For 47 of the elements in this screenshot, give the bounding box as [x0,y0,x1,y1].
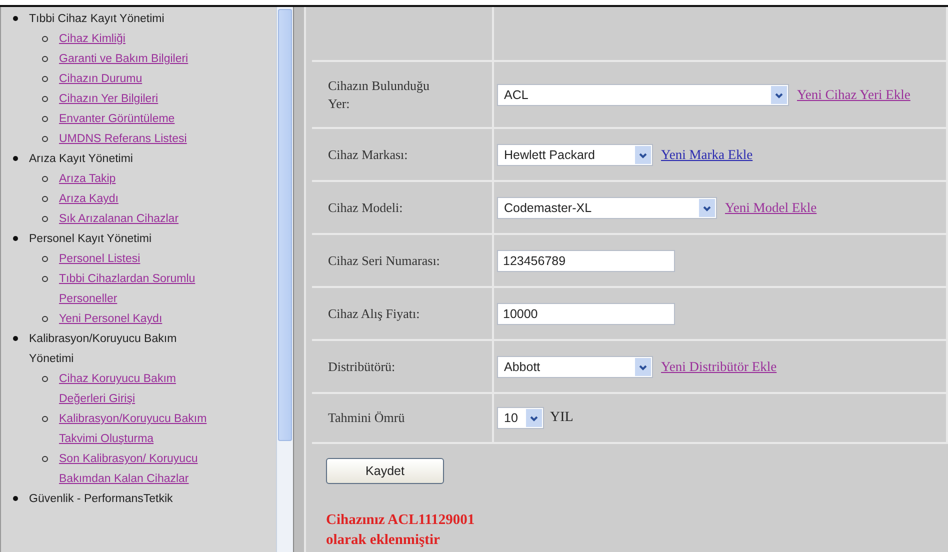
menu-link[interactable]: UMDNS Referans Listesi [59,129,187,149]
menu-section-title: Arıza Kayıt Yönetimi [29,152,133,167]
dropdown[interactable]: Hewlett Packard [497,144,653,166]
dropdown[interactable]: Codemaster-XL [497,196,717,218]
chevron-down-icon [635,358,651,376]
menu-link[interactable]: Arıza Kaydı [59,189,118,209]
menu-link[interactable]: Cihazın Durumu [59,69,142,89]
dropdown[interactable]: Abbott [497,356,653,378]
scrollbar[interactable] [276,7,293,552]
field-label: Cihaz Modeli: [328,198,403,216]
dropdown[interactable]: ACL [497,84,789,106]
success-message: Cihazınız ACL11129001 olarak eklenmiştir [326,511,476,550]
add-link[interactable]: Yeni Cihaz Yeri Ekle [797,86,910,102]
chevron-down-icon [699,198,715,216]
input-field[interactable]: 10000 [497,302,675,324]
add-link[interactable]: Yeni Marka Ekle [661,146,753,162]
unit-label: YIL [550,410,574,426]
menu-section-title: Kalibrasyon/Koruyucu Bakım Yönetimi [29,332,178,367]
menu-link[interactable]: Sık Arızalanan Cihazlar [59,209,179,229]
add-link[interactable]: Yeni Distribütör Ekle [661,358,777,374]
field-label: Distribütörü: [328,358,396,376]
menu-link[interactable]: Tıbbi Cihazlardan Sorumlu Personeller [59,269,211,309]
menu-link[interactable]: Garanti ve Bakım Bilgileri [59,49,188,69]
menu-link[interactable]: Envanter Görüntüleme [59,109,175,129]
menu-section-title: Güvenlik - PerformansTetkik [29,492,173,507]
field-label: Cihazın Bulunduğu Yer: [328,76,430,112]
menu-section-title: Personel Kayıt Yönetimi [29,232,152,247]
field-label: Cihaz Seri Numarası: [328,252,440,270]
field-label: Tahmini Ömrü [328,409,405,427]
chevron-down-icon [771,86,787,104]
add-link[interactable]: Yeni Model Ekle [725,200,817,216]
input-field[interactable]: 123456789 [497,250,675,272]
field-label: Cihaz Alış Fiyatı: [328,304,420,322]
menu-link[interactable]: Kalibrasyon/Koruyucu Bakım Takvimi Oluşturma [59,409,211,449]
menu-link[interactable]: Son Kalibrasyon/ Koruyucu Bakımdan Kalan Cihazlar [59,449,211,489]
save-button[interactable]: Kaydet [326,458,444,484]
menu-link[interactable]: Yeni Personel Kaydı [59,309,162,329]
menu-link[interactable]: Cihaz Koruyucu Bakım Değerleri Girişi [59,369,211,409]
dropdown[interactable]: 10 [497,407,544,429]
menu-link[interactable]: Arıza Takip [59,169,116,189]
menu-section-title: Tıbbi Cihaz Kayıt Yönetimi [29,12,164,27]
menu-link[interactable]: Personel Listesi [59,249,140,269]
chevron-down-icon [526,409,542,427]
menu-link[interactable]: Cihaz Kimliği [59,29,126,49]
field-label: Cihaz Markası: [328,146,408,164]
chevron-down-icon [635,146,651,164]
menu-link[interactable]: Cihazın Yer Bilgileri [59,89,158,109]
